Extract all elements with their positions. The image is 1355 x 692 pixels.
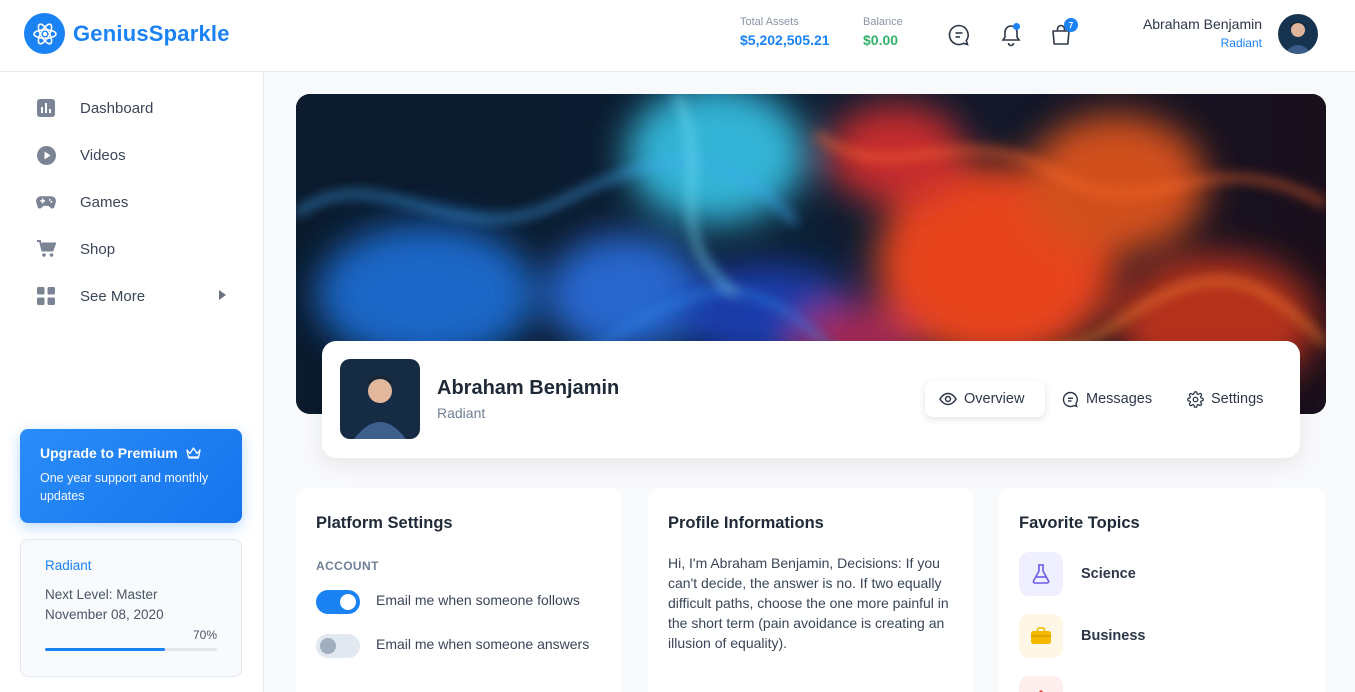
- tab-settings-label: Settings: [1211, 391, 1264, 407]
- brand-name: GeniusSparkle: [73, 20, 230, 46]
- notification-dot: [1013, 23, 1020, 30]
- platform-settings-title: Platform Settings: [316, 514, 453, 532]
- toggle-label: Email me when someone answers: [376, 636, 590, 652]
- toggle-knob: [320, 638, 336, 654]
- briefcase-icon: [1019, 614, 1063, 658]
- next-level-date: November 08, 2020: [45, 607, 164, 622]
- profile-informations-title: Profile Informations: [668, 514, 824, 532]
- sidebar-item-shop[interactable]: Shop: [36, 237, 226, 261]
- topic-label: Science: [1081, 566, 1136, 582]
- sidebar-item-label: Shop: [80, 240, 116, 258]
- topic-item-science[interactable]: Science: [1019, 552, 1136, 596]
- chat-icon: [1062, 391, 1078, 407]
- bell-icon[interactable]: [998, 22, 1024, 48]
- sidebar-item-dashboard[interactable]: Dashboard: [36, 96, 226, 120]
- toggle-row-answers: Email me when someone answers: [316, 634, 606, 658]
- favorite-topics-title: Favorite Topics: [1019, 514, 1140, 532]
- cart-icon: [36, 239, 56, 259]
- eye-icon: [939, 392, 957, 406]
- answers-toggle[interactable]: [316, 634, 360, 658]
- level-progress-label: 70%: [192, 628, 217, 642]
- topic-label: Business: [1081, 628, 1146, 644]
- cart-count-badge: 7: [1064, 18, 1078, 32]
- toggle-row-follows: Email me when someone follows: [316, 590, 606, 614]
- topic-item-partial[interactable]: [1019, 676, 1063, 692]
- account-section-label: ACCOUNT: [316, 559, 379, 573]
- level-progress-fill: [45, 648, 166, 651]
- premium-title: Upgrade to Premium: [40, 445, 178, 461]
- sidebar-item-games[interactable]: Games: [36, 190, 226, 214]
- premium-description: One year support and monthly updates: [40, 471, 209, 503]
- avatar[interactable]: [1278, 14, 1318, 54]
- sidebar-item-videos[interactable]: Videos: [36, 143, 226, 167]
- upgrade-premium-card[interactable]: Upgrade to Premium One year support and …: [20, 429, 242, 523]
- favorite-topics-card: Favorite Topics Science Business: [999, 488, 1326, 692]
- toggle-label: Email me when someone follows: [376, 592, 580, 608]
- grid-icon: [36, 286, 56, 306]
- tab-overview[interactable]: Overview: [925, 381, 1045, 417]
- sidebar-item-see-more[interactable]: See More: [36, 284, 226, 308]
- sidebar-item-label: Games: [80, 193, 129, 211]
- next-level: Next Level: Master: [45, 587, 158, 602]
- profile-name: Abraham Benjamin: [437, 377, 620, 399]
- sidebar-item-label: Dashboard: [80, 99, 154, 117]
- shopping-bag-icon[interactable]: 7: [1048, 18, 1078, 48]
- flask-icon: [1019, 552, 1063, 596]
- header-user-name: Abraham Benjamin: [1142, 16, 1262, 32]
- caret-right-icon: [219, 290, 226, 300]
- gamepad-icon: [36, 192, 56, 212]
- level-rank: Radiant: [45, 558, 92, 573]
- header-user-rank: Radiant: [1220, 36, 1262, 50]
- profile-rank: Radiant: [437, 405, 486, 421]
- toggle-knob: [340, 594, 356, 610]
- profile-card: Abraham Benjamin Radiant Overview Messag…: [322, 341, 1300, 458]
- tab-overview-label: Overview: [964, 391, 1025, 407]
- brand-logo[interactable]: GeniusSparkle: [24, 13, 230, 54]
- tab-settings[interactable]: Settings: [1173, 381, 1277, 417]
- tab-messages[interactable]: Messages: [1048, 381, 1166, 417]
- total-assets: Total Assets $5,202,505.21: [740, 16, 830, 48]
- gear-icon: [1187, 390, 1204, 408]
- sidebar-item-label: See More: [80, 287, 146, 305]
- chart-icon: [36, 98, 56, 118]
- crown-icon: [186, 447, 201, 459]
- topic-item-business[interactable]: Business: [1019, 614, 1145, 658]
- header-user[interactable]: Abraham Benjamin Radiant: [1143, 16, 1262, 50]
- profile-avatar: [340, 359, 420, 439]
- level-card: Radiant Next Level: Master November 08, …: [20, 539, 242, 677]
- play-icon: [36, 145, 56, 165]
- profile-informations-card: Profile Informations Hi, I'm Abraham Ben…: [648, 488, 974, 692]
- balance-label: Balance: [863, 16, 903, 28]
- total-assets-value: $5,202,505.21: [740, 32, 830, 48]
- balance-value: $0.00: [863, 32, 899, 48]
- chat-icon[interactable]: [946, 22, 972, 48]
- follows-toggle[interactable]: [316, 590, 360, 614]
- tab-messages-label: Messages: [1086, 391, 1153, 407]
- total-assets-label: Total Assets: [740, 16, 799, 28]
- platform-settings-card: Platform Settings ACCOUNT Email me when …: [296, 488, 622, 692]
- atom-icon: [24, 13, 65, 54]
- sidebar: Dashboard Videos Games Shop See More Upg…: [0, 72, 264, 692]
- balance: Balance $0.00: [863, 16, 903, 48]
- top-header: GeniusSparkle Total Assets $5,202,505.21…: [0, 0, 1355, 72]
- level-progress-bar: [45, 648, 217, 651]
- sidebar-item-label: Videos: [80, 146, 126, 164]
- profile-bio: Hi, I'm Abraham Benjamin, Decisions: If …: [668, 555, 949, 651]
- rocket-icon: [1019, 676, 1063, 692]
